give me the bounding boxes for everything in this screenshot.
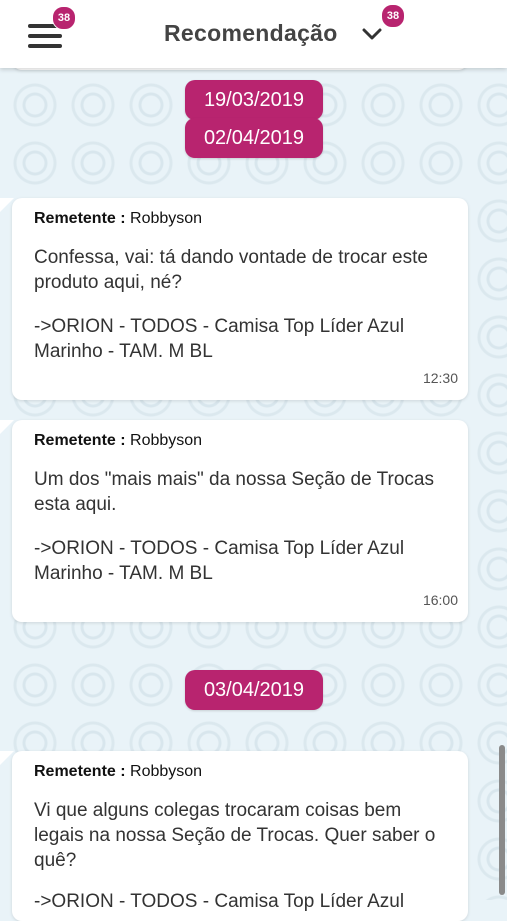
sender-name: Robbyson — [130, 210, 203, 227]
app-header: 38 Recomendação 38 — [0, 0, 507, 68]
dropdown-notification-badge: 38 — [381, 4, 405, 28]
sender-label: Remetente : — [34, 432, 126, 449]
menu-icon-bar — [28, 44, 62, 48]
message-tail — [0, 420, 14, 434]
message-card[interactable]: Remetente : Robbyson Um dos "mais mais" … — [0, 420, 468, 622]
chevron-down-icon — [362, 28, 382, 40]
message-time: 12:30 — [422, 370, 458, 386]
menu-icon-bar — [28, 34, 62, 38]
menu-notification-badge: 38 — [52, 6, 76, 30]
message-tail — [0, 198, 14, 212]
message-product: ->ORION - TODOS - Camisa Top Líder Azul … — [34, 316, 405, 362]
message-card[interactable]: Remetente : Robbyson Confessa, vai: tá d… — [0, 198, 468, 400]
message-sender: Remetente : Robbyson — [34, 432, 202, 450]
dropdown-button[interactable] — [360, 24, 384, 44]
sender-name: Robbyson — [130, 763, 203, 780]
sender-label: Remetente : — [34, 210, 126, 227]
message-card[interactable]: Remetente : Robbyson Vi que alguns coleg… — [0, 751, 468, 921]
message-time: 16:00 — [422, 592, 458, 608]
message-product: ->ORION - TODOS - Camisa Top Líder Azul — [34, 891, 405, 912]
message-product: ->ORION - TODOS - Camisa Top Líder Azul … — [34, 538, 405, 584]
date-separator: 02/04/2019 — [185, 118, 323, 158]
scrollbar[interactable] — [499, 745, 505, 895]
message-text: Um dos "mais mais" da nossa Seção de Tro… — [34, 469, 434, 515]
date-separator: 03/04/2019 — [185, 670, 323, 710]
message-text: Confessa, vai: tá dando vontade de troca… — [34, 247, 428, 293]
message-sender: Remetente : Robbyson — [34, 210, 202, 228]
sender-name: Robbyson — [130, 432, 203, 449]
message-sender: Remetente : Robbyson — [34, 763, 202, 781]
page-title: Recomendação — [164, 20, 338, 46]
sender-label: Remetente : — [34, 763, 126, 780]
date-separator: 19/03/2019 — [185, 80, 323, 120]
message-text: Vi que alguns colegas trocaram coisas be… — [34, 800, 436, 871]
message-tail — [0, 751, 14, 765]
